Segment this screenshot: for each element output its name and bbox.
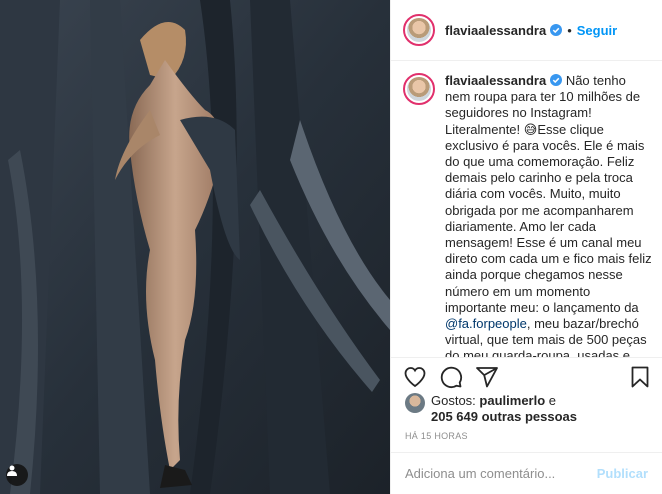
verified-badge-icon: [550, 24, 563, 36]
caption-scroll-area[interactable]: flaviaalessandra Não tenho nem roupa par…: [391, 61, 662, 357]
publish-button[interactable]: Publicar: [597, 466, 648, 481]
avatar[interactable]: [403, 14, 435, 46]
post-photo[interactable]: [0, 0, 390, 494]
follow-button[interactable]: Seguir: [577, 23, 617, 38]
header-username[interactable]: flaviaalessandra: [445, 23, 546, 38]
comment-icon[interactable]: [439, 365, 463, 389]
comment-input[interactable]: Adiciona um comentário...: [405, 466, 597, 481]
post-timestamp[interactable]: HÁ 15 HORAS: [405, 431, 468, 441]
save-bookmark-icon[interactable]: [628, 365, 652, 389]
caption-mention-link[interactable]: @fa.forpeople: [445, 316, 527, 331]
caption-text: flaviaalessandra Não tenho nem roupa par…: [445, 73, 654, 357]
action-bar: [391, 357, 662, 395]
post-header: flaviaalessandra • Seguir: [391, 0, 662, 61]
separator-dot: •: [567, 22, 572, 38]
caption-comment: flaviaalessandra Não tenho nem roupa par…: [403, 73, 654, 357]
user-icon: [7, 465, 17, 476]
share-icon[interactable]: [475, 365, 499, 389]
photo-illustration: [0, 0, 390, 494]
comment-form: Adiciona um comentário... Publicar: [391, 452, 662, 494]
like-heart-icon[interactable]: [403, 365, 427, 389]
likes-first-user[interactable]: paulimerlo: [479, 393, 545, 408]
caption-avatar[interactable]: [403, 73, 435, 105]
verified-badge-icon: [550, 74, 563, 86]
likes-summary: Gostos: paulimerlo e 205 649 outras pess…: [405, 393, 655, 425]
caption-body-1: Não tenho nem roupa para ter 10 milhões …: [445, 73, 652, 315]
likes-connector: e: [545, 393, 557, 408]
likes-count[interactable]: 205 649 outras pessoas: [431, 409, 577, 424]
tagged-user-button[interactable]: [6, 464, 28, 486]
post-side-panel: flaviaalessandra • Seguir flaviaalessand…: [390, 0, 662, 494]
likes-prefix: Gostos:: [431, 393, 480, 408]
caption-username[interactable]: flaviaalessandra: [445, 73, 546, 88]
likes-text: Gostos: paulimerlo e 205 649 outras pess…: [431, 393, 577, 425]
liker-avatar[interactable]: [405, 393, 425, 413]
